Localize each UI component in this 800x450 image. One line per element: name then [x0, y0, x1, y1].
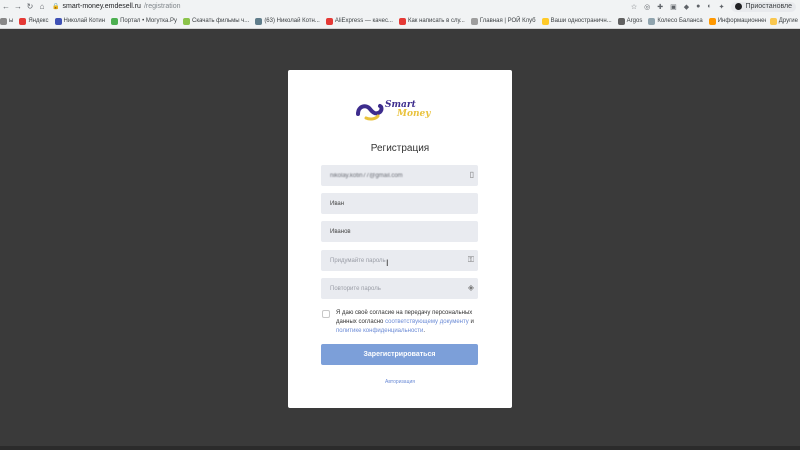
avatar	[735, 3, 743, 10]
bookmarks-bar: ы Яндекс Николай Котин Портал • Могутка.Ру С…	[0, 14, 800, 28]
profile-button[interactable]: Приостановле	[731, 1, 796, 12]
extension-icon-6[interactable]: ◐	[707, 3, 711, 10]
bookmark-label: Главная | РОЙ Клуб	[479, 18, 536, 24]
password-repeat-placeholder: Повторите пароль	[330, 285, 381, 292]
bookmark-favicon-icon	[470, 17, 478, 25]
extension-icon-3[interactable]: ▣	[670, 3, 677, 11]
bookmark-item[interactable]: Как написать в слу...	[398, 17, 465, 25]
extension-icon-5[interactable]: ●	[696, 3, 700, 10]
consent-text: Я даю своё согласие на передачу персонал…	[336, 309, 482, 336]
bookmark-label: Как написать в слу...	[407, 18, 465, 24]
extension-icon-4[interactable]: ◆	[684, 3, 689, 11]
text-cursor-icon: I	[386, 258, 389, 268]
first-name-value: Иван	[330, 200, 345, 207]
bookmark-item[interactable]: (63) Николай Котн...	[255, 17, 320, 25]
address-row: ← → ↻ ⌂ 🔒 smart-money.emdesell.ru/regist…	[0, 0, 800, 13]
toolbar-right: ☆ ◎ ✚ ▣ ◆ ● ◐ ✦ Приостановле	[631, 0, 800, 13]
url-path: /registration	[143, 3, 181, 10]
key-icon[interactable]: ⚿	[468, 256, 474, 264]
last-name-value: Иванов	[330, 228, 351, 235]
bookmark-favicon-icon	[648, 17, 656, 25]
home-icon[interactable]: ⌂	[36, 2, 48, 11]
extension-icon-2[interactable]: ✚	[657, 3, 663, 11]
bookmark-item[interactable]: AliExpress — качес...	[325, 17, 393, 25]
bookmark-label: Портал • Могутка.Ру	[120, 18, 177, 24]
bookmark-label: Колесо Баланса	[657, 18, 703, 24]
bookmark-label: Скачать фильмы ч...	[191, 18, 250, 24]
page-title: Регистрация	[370, 143, 430, 154]
bookmark-favicon-icon	[54, 17, 62, 25]
bookmark-item[interactable]: Яндекс	[19, 17, 49, 25]
puzzle-icon[interactable]: ✦	[719, 3, 725, 11]
consent-text-part-3: .	[423, 328, 426, 334]
bookmark-favicon-icon	[182, 17, 190, 25]
bookmark-label: Информационнее...	[717, 18, 773, 24]
other-bookmarks[interactable]: Другие	[765, 14, 798, 28]
login-link[interactable]: Авторизация	[288, 379, 512, 385]
browser-chrome: ← → ↻ ⌂ 🔒 smart-money.emdesell.ru/regist…	[0, 0, 800, 29]
consent-checkbox[interactable]	[322, 310, 330, 318]
bookmark-label: (63) Николай Котн...	[264, 18, 320, 24]
bookmark-favicon-icon	[255, 17, 263, 25]
bookmark-favicon-icon	[708, 17, 716, 25]
forward-icon[interactable]: →	[12, 2, 24, 11]
taskbar-strip	[0, 446, 800, 450]
show-password-icon[interactable]: ◈	[468, 284, 474, 292]
folder-icon	[769, 17, 777, 25]
bookmark-favicon-icon	[617, 17, 625, 25]
bookmark-favicon-icon	[398, 17, 406, 25]
consent-text-part-2: и	[468, 319, 474, 325]
bookmark-label: AliExpress — качес...	[334, 18, 393, 24]
privacy-policy-link[interactable]: политике конфиденциальности	[336, 328, 423, 334]
lock-icon: 🔒	[52, 4, 60, 10]
email-value: nikolay.kotin77@gmail.com	[330, 172, 403, 179]
star-icon[interactable]: ☆	[631, 3, 637, 11]
logo-line-2: Money	[397, 109, 431, 119]
bookmark-item[interactable]: Argos	[617, 17, 643, 25]
bookmark-item[interactable]: Николай Котин	[54, 17, 106, 25]
logo-text: Smart Money	[385, 101, 430, 119]
bookmark-item[interactable]: Портал • Могутка.Ру	[111, 17, 177, 25]
password-repeat-field[interactable]: Повторите пароль ◈	[321, 278, 478, 299]
bookmark-favicon-icon	[19, 17, 27, 25]
bookmark-item[interactable]: Колесо Баланса	[648, 17, 703, 25]
back-icon[interactable]: ←	[0, 2, 12, 11]
bookmark-label: Николай Котин	[63, 18, 106, 24]
bookmark-favicon-icon	[325, 17, 333, 25]
register-button[interactable]: Зарегистрироваться	[321, 344, 478, 365]
email-field[interactable]: nikolay.kotin77@gmail.com ▯	[321, 165, 478, 186]
url-host: smart-money.emdesell.ru	[62, 3, 141, 10]
first-name-field[interactable]: Иван	[321, 193, 478, 214]
bookmark-favicon-icon	[541, 17, 549, 25]
bookmark-item[interactable]: Главная | РОЙ Клуб	[470, 17, 536, 25]
contact-card-icon[interactable]: ▯	[470, 171, 474, 179]
reload-icon[interactable]: ↻	[24, 2, 36, 11]
profile-label: Приостановле	[745, 3, 792, 10]
bookmark-label: Argos	[626, 18, 643, 24]
other-bookmarks-label: Другие	[778, 18, 798, 24]
bookmark-item[interactable]: ы	[0, 17, 14, 25]
bookmark-favicon-icon	[111, 17, 119, 25]
bookmark-item[interactable]: Ваши одностраничн...	[541, 17, 612, 25]
password-placeholder: Придумайте пароль	[330, 257, 386, 264]
last-name-field[interactable]: Иванов	[321, 221, 478, 242]
bookmark-item[interactable]: Скачать фильмы ч...	[182, 17, 250, 25]
consent-block: Я даю своё согласие на передачу персонал…	[322, 309, 482, 336]
bookmark-favicon-icon	[0, 17, 7, 25]
bookmark-label: ы	[9, 18, 14, 24]
address-bar[interactable]: 🔒 smart-money.emdesell.ru/registration	[52, 3, 181, 10]
bookmark-label: Ваши одностраничн...	[550, 18, 612, 24]
password-field[interactable]: Придумайте пароль ⚿	[321, 250, 478, 271]
bookmark-label: Яндекс	[28, 18, 49, 24]
extension-icon-1[interactable]: ◎	[644, 3, 650, 11]
document-link[interactable]: соответствующему документу	[385, 319, 469, 325]
bookmark-item[interactable]: Информационнее...	[708, 17, 773, 25]
